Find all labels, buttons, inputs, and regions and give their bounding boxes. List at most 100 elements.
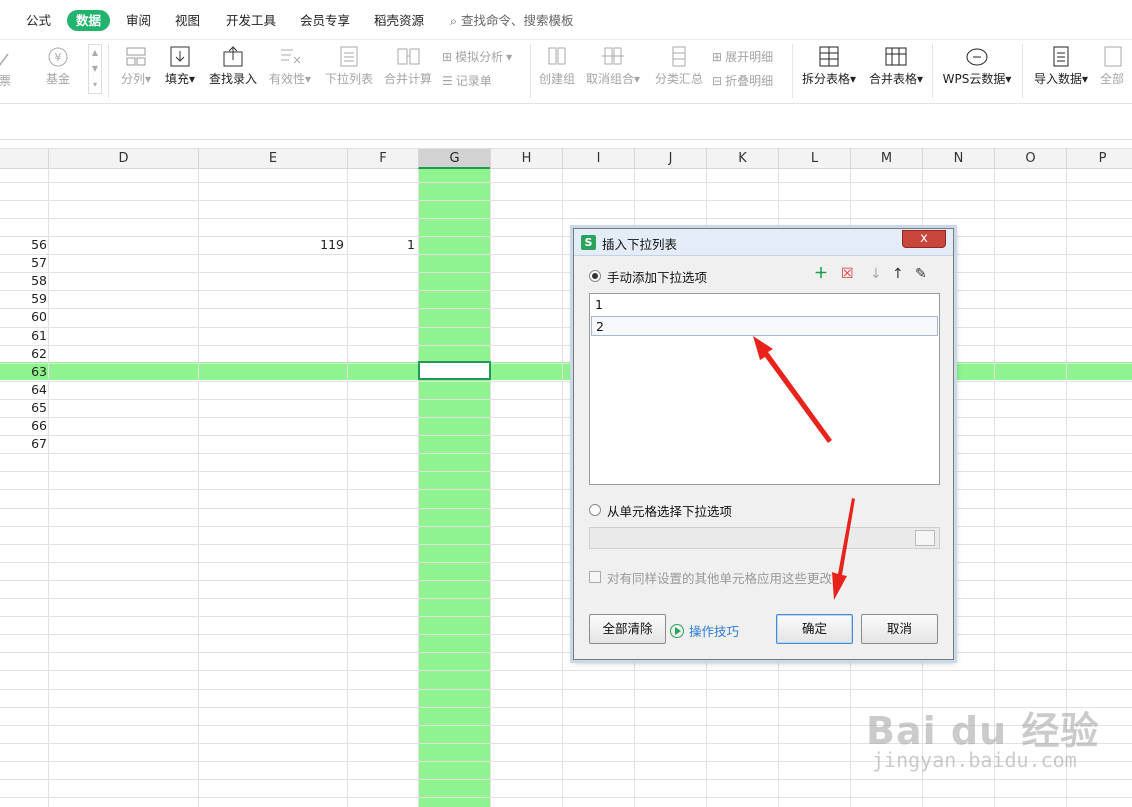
tab-data[interactable]: 数据 [67, 10, 111, 31]
cell-f56[interactable]: 1 [347, 237, 415, 252]
ungroup-button[interactable]: 取消组合▾ [584, 44, 642, 87]
row-number[interactable]: 66 [0, 418, 47, 433]
fund-button[interactable]: ¥ 基金 [42, 46, 74, 87]
tab-docer[interactable]: 稻壳资源 [374, 10, 424, 31]
row-number[interactable]: 58 [0, 273, 47, 288]
row-number[interactable]: 60 [0, 309, 47, 324]
row-gridline [0, 327, 1132, 328]
tab-formula[interactable]: 公式 [26, 10, 51, 31]
tab-member[interactable]: 会员专享 [300, 10, 350, 31]
row-number[interactable]: 61 [0, 328, 47, 343]
column-gridline [562, 169, 563, 807]
cell-e56[interactable]: 119 [198, 237, 344, 252]
all-button[interactable]: 全部 [1100, 44, 1132, 87]
validity-button[interactable]: 有效性▾ [266, 44, 314, 87]
col-header-j[interactable]: J [634, 149, 706, 169]
clear-all-button[interactable]: 全部清除 [589, 614, 666, 644]
split-column-button[interactable]: 分列▾ [116, 44, 156, 87]
command-search[interactable]: ⌕ 查找命令、搜索模板 [450, 10, 574, 31]
create-group-button[interactable]: 创建组 [537, 44, 577, 87]
what-if-analysis-button[interactable]: ⊞ 模拟分析 ▾ [442, 48, 512, 65]
row-gridline [0, 453, 1132, 454]
dropdown-list-button[interactable]: 下拉列表 [322, 44, 376, 87]
highlight-row-63 [0, 362, 1132, 380]
row-gridline [0, 471, 1132, 472]
import-data-button[interactable]: 导入数据▾ [1030, 44, 1092, 87]
col-header-d[interactable]: D [48, 149, 198, 169]
cancel-button[interactable]: 取消 [861, 614, 938, 644]
all-icon [1104, 46, 1122, 67]
delete-item-icon[interactable]: ☒ [841, 266, 854, 282]
row-gridline [0, 670, 1132, 671]
row-number[interactable]: 63 [0, 364, 47, 379]
lookup-entry-button[interactable]: 查找录入 [206, 44, 260, 87]
ok-button[interactable]: 确定 [776, 614, 853, 644]
split-table-button[interactable]: 拆分表格▾ [799, 44, 859, 87]
col-header-o[interactable]: O [994, 149, 1066, 169]
col-header-g[interactable]: G [418, 149, 490, 169]
col-header-p[interactable]: P [1066, 149, 1132, 169]
row-gridline [0, 797, 1132, 798]
collapse-detail-icon: ⊟ [712, 73, 723, 88]
row-number[interactable]: 62 [0, 346, 47, 361]
col-header-k[interactable]: K [706, 149, 778, 169]
validity-label: 有效性▾ [268, 72, 312, 86]
range-select-icon[interactable] [915, 530, 935, 546]
cell-range-input[interactable] [589, 527, 940, 549]
formula-area[interactable] [0, 104, 1132, 140]
col-header-i[interactable]: I [562, 149, 634, 169]
list-item[interactable]: 1 [591, 295, 938, 315]
subtotal-button[interactable]: 分类汇总 [652, 44, 706, 87]
col-header-e[interactable]: E [198, 149, 347, 169]
record-form-button[interactable]: ☰ 记录单 [442, 72, 492, 89]
row-number[interactable]: 67 [0, 436, 47, 451]
tips-link[interactable]: 操作技巧 [670, 621, 739, 640]
search-icon: ⌕ [450, 13, 458, 28]
fill-button[interactable]: 填充▾ [160, 44, 200, 87]
row-number[interactable]: 65 [0, 400, 47, 415]
list-item[interactable]: 2 [591, 316, 938, 336]
expand-detail-button[interactable]: ⊞ 展开明细 [712, 48, 773, 65]
dialog-titlebar[interactable]: S 插入下拉列表 x [574, 229, 953, 256]
import-data-label: 导入数据▾ [1033, 72, 1089, 86]
edit-item-icon[interactable]: ✎ [915, 266, 927, 282]
active-cell-g63[interactable] [418, 361, 491, 380]
partial-button[interactable]: 票 [0, 48, 14, 89]
dropdown-items-list[interactable]: 1 2 [589, 293, 940, 485]
col-header-h[interactable]: H [490, 149, 562, 169]
row-number[interactable]: 56 [0, 237, 47, 252]
apply-to-same-checkbox[interactable] [589, 571, 601, 583]
wps-cloud-data-button[interactable]: WPS云数据▾ [938, 44, 1016, 87]
what-if-icon: ⊞ [442, 49, 453, 64]
column-gridline [347, 169, 348, 807]
column-gridline [418, 169, 419, 807]
row-gridline [0, 689, 1132, 690]
col-header-n[interactable]: N [922, 149, 994, 169]
tab-view[interactable]: 视图 [175, 10, 200, 31]
merge-table-button[interactable]: 合并表格▾ [866, 44, 926, 87]
tab-review[interactable]: 审阅 [126, 10, 151, 31]
manual-option-radio[interactable] [589, 270, 601, 282]
tab-developer[interactable]: 开发工具 [226, 10, 276, 31]
move-down-icon[interactable]: ↓ [870, 266, 882, 282]
col-header-f[interactable]: F [347, 149, 418, 169]
col-header-m[interactable]: M [850, 149, 922, 169]
merge-table-icon [885, 47, 907, 66]
baidu-watermark-url: jingyan.baidu.com [872, 748, 1077, 772]
row-number[interactable]: 59 [0, 291, 47, 306]
from-cells-option-radio[interactable] [589, 504, 601, 516]
move-up-icon[interactable]: ↑ [892, 266, 904, 282]
col-header-l[interactable]: L [778, 149, 850, 169]
ribbon-toolbar: 票 ¥ 基金 ▲ ▼ ▾ 分列▾ 填充▾ 查找录入 有效性▾ 下拉列表 合并计算… [0, 40, 1132, 104]
row-number[interactable]: 57 [0, 255, 47, 270]
row-number[interactable]: 64 [0, 382, 47, 397]
add-item-icon[interactable]: ＋ [814, 266, 828, 282]
consolidate-button[interactable]: 合并计算 [381, 44, 435, 87]
row-gridline [0, 598, 1132, 599]
split-column-label: 分列▾ [120, 72, 152, 86]
record-form-icon: ☰ [442, 73, 453, 88]
close-icon[interactable]: x [902, 230, 946, 248]
collapse-detail-button[interactable]: ⊟ 折叠明细 [712, 72, 773, 89]
gallery-scroll[interactable]: ▲ ▼ ▾ [88, 44, 102, 94]
row-gridline [0, 254, 1132, 255]
